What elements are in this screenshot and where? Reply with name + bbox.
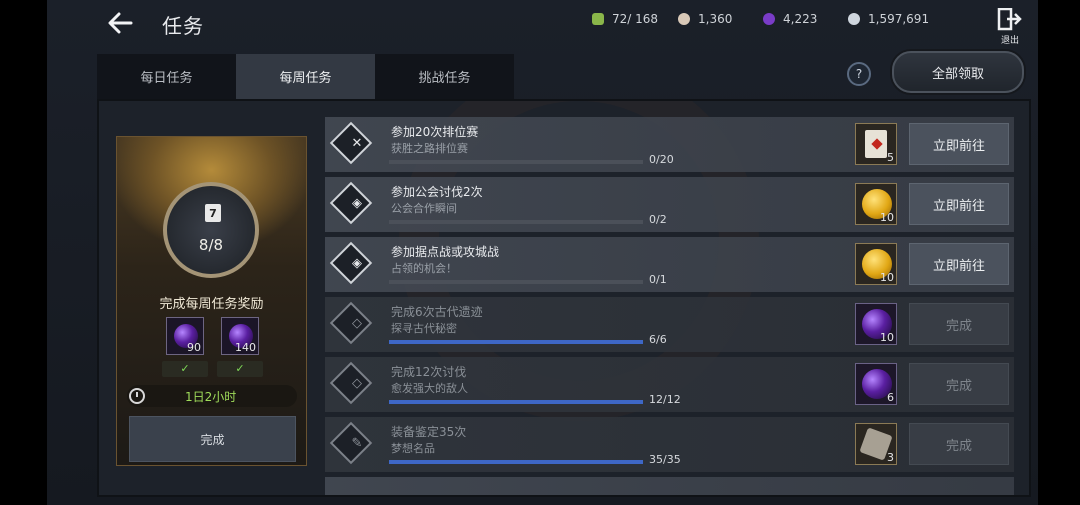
task-reward[interactable]: 3 bbox=[855, 423, 897, 465]
appraise-icon: ✎ bbox=[351, 436, 363, 451]
task-row: ◈ 参加公会讨伐2次 公会合作瞬间 0/2 10 立即前往 bbox=[325, 177, 1014, 232]
ruins-icon: ◇ bbox=[352, 376, 362, 391]
stamina-icon bbox=[592, 13, 604, 25]
task-count: 6/6 bbox=[649, 333, 667, 346]
task-subtitle: 梦想名品 bbox=[391, 442, 435, 455]
page-title: 任务 bbox=[162, 14, 204, 38]
task-subtitle: 公会合作瞬间 bbox=[391, 202, 457, 215]
calendar-icon: 7 bbox=[205, 204, 221, 222]
completed-button: 完成 bbox=[909, 423, 1009, 465]
task-row: ◇ 完成12次讨伐 愈发强大的敌人 12/12 6 完成 bbox=[325, 357, 1014, 412]
task-subtitle: 愈发强大的敌人 bbox=[391, 382, 468, 395]
task-reward[interactable]: 10 bbox=[855, 303, 897, 345]
go-now-button[interactable]: 立即前往 bbox=[909, 243, 1009, 285]
app-window: 任务 72/ 168 1,360 4,223 1,597,691 退出 每日任务… bbox=[47, 0, 1038, 505]
scroll-icon bbox=[865, 130, 887, 158]
crossed-swords-icon: ✕ bbox=[351, 136, 363, 151]
progress-fill bbox=[389, 400, 643, 404]
completed-button: 完成 bbox=[909, 303, 1009, 345]
task-count: 35/35 bbox=[649, 453, 681, 466]
task-panel: 7 8/8 完成每周任务奖励 90 140 ✓ ✓ 1日2小时 完成 ✕ 参加2… bbox=[97, 99, 1031, 497]
currency-stamina: 72/ 168 bbox=[592, 12, 658, 26]
reward-qty: 10 bbox=[880, 211, 894, 224]
task-count: 0/1 bbox=[649, 273, 667, 286]
currency-value: 1,360 bbox=[698, 12, 733, 26]
go-now-button[interactable]: 立即前往 bbox=[909, 123, 1009, 165]
reward-complete-button[interactable]: 完成 bbox=[129, 416, 296, 462]
progress-fill bbox=[389, 460, 643, 464]
task-row-partial bbox=[325, 477, 1014, 495]
task-row: ◈ 参加据点战或攻城战 占领的机会！ 0/1 10 立即前往 bbox=[325, 237, 1014, 292]
tab-weekly[interactable]: 每周任务 bbox=[236, 54, 375, 99]
task-subtitle: 占领的机会！ bbox=[391, 262, 457, 275]
task-title: 参加公会讨伐2次 bbox=[391, 185, 483, 199]
help-icon[interactable]: ? bbox=[847, 62, 871, 86]
progress-bar bbox=[389, 400, 643, 404]
task-count: 12/12 bbox=[649, 393, 681, 406]
currency-value: 4,223 bbox=[783, 12, 818, 26]
siege-icon: ◈ bbox=[352, 256, 362, 271]
task-subtitle: 获胜之路排位赛 bbox=[391, 142, 468, 155]
reward-qty: 6 bbox=[887, 391, 894, 404]
reward-item[interactable]: 90 bbox=[166, 317, 204, 355]
completed-button: 完成 bbox=[909, 363, 1009, 405]
progress-bar bbox=[389, 460, 643, 464]
right-border bbox=[1038, 0, 1080, 505]
task-reward[interactable]: 10 bbox=[855, 183, 897, 225]
currency-purple-gem: 4,223 bbox=[763, 12, 817, 26]
reward-item[interactable]: 140 bbox=[221, 317, 259, 355]
task-subtitle: 探寻古代秘密 bbox=[391, 322, 457, 335]
exit-button[interactable]: 退出 bbox=[995, 7, 1025, 46]
guild-icon: ◈ bbox=[352, 196, 362, 211]
progress-bar bbox=[389, 340, 643, 344]
check-icon: ✓ bbox=[162, 361, 208, 377]
silver-coin-icon bbox=[848, 13, 860, 25]
currency-silver: 1,597,691 bbox=[848, 12, 929, 26]
go-now-button[interactable]: 立即前往 bbox=[909, 183, 1009, 225]
reward-qty: 10 bbox=[880, 271, 894, 284]
task-title: 参加20次排位赛 bbox=[391, 125, 479, 139]
task-reward[interactable]: 6 bbox=[855, 363, 897, 405]
reward-qty: 5 bbox=[887, 151, 894, 164]
currency-value: 72/ 168 bbox=[612, 12, 659, 26]
currency-value: 1,597,691 bbox=[868, 12, 930, 26]
task-title: 装备鉴定35次 bbox=[391, 425, 467, 439]
pearl-icon bbox=[678, 13, 690, 25]
tab-challenge[interactable]: 挑战任务 bbox=[375, 54, 514, 99]
reset-timer: 1日2小时 bbox=[127, 385, 297, 407]
task-row: ✎ 装备鉴定35次 梦想名品 35/35 3 完成 bbox=[325, 417, 1014, 472]
check-icon: ✓ bbox=[217, 361, 263, 377]
task-title: 参加据点战或攻城战 bbox=[391, 245, 500, 259]
currency-pearl: 1,360 bbox=[678, 12, 732, 26]
task-reward[interactable]: 5 bbox=[855, 123, 897, 165]
exit-door-icon bbox=[997, 7, 1022, 31]
reward-qty: 10 bbox=[880, 331, 894, 344]
reward-qty: 3 bbox=[887, 451, 894, 464]
progress-bar bbox=[389, 280, 643, 284]
task-reward[interactable]: 10 bbox=[855, 243, 897, 285]
timer-text: 1日2小时 bbox=[185, 389, 237, 404]
clock-icon bbox=[129, 388, 145, 404]
task-count: 0/2 bbox=[649, 213, 667, 226]
back-arrow-icon[interactable] bbox=[105, 8, 135, 38]
reward-qty: 90 bbox=[187, 341, 201, 354]
claim-all-button[interactable]: 全部领取 bbox=[892, 51, 1024, 93]
task-title: 完成12次讨伐 bbox=[391, 365, 467, 379]
left-border bbox=[0, 0, 47, 505]
purple-gem-icon bbox=[763, 13, 775, 25]
progress-badge: 7 8/8 bbox=[163, 182, 259, 278]
reward-title: 完成每周任务奖励 bbox=[159, 297, 264, 312]
progress-bar bbox=[389, 160, 643, 164]
progress-fill bbox=[389, 340, 643, 344]
task-title: 完成6次古代遗迹 bbox=[391, 305, 483, 319]
exit-label: 退出 bbox=[1000, 36, 1019, 46]
task-row: ◇ 完成6次古代遗迹 探寻古代秘密 6/6 10 完成 bbox=[325, 297, 1014, 352]
badge-progress: 8/8 bbox=[198, 236, 224, 254]
task-count: 0/20 bbox=[649, 153, 674, 166]
task-row: ✕ 参加20次排位赛 获胜之路排位赛 0/20 5 立即前往 bbox=[325, 117, 1014, 172]
progress-bar bbox=[389, 220, 643, 224]
tab-daily[interactable]: 每日任务 bbox=[97, 54, 236, 99]
ruins-icon: ◇ bbox=[352, 316, 362, 331]
reward-qty: 140 bbox=[235, 341, 256, 354]
